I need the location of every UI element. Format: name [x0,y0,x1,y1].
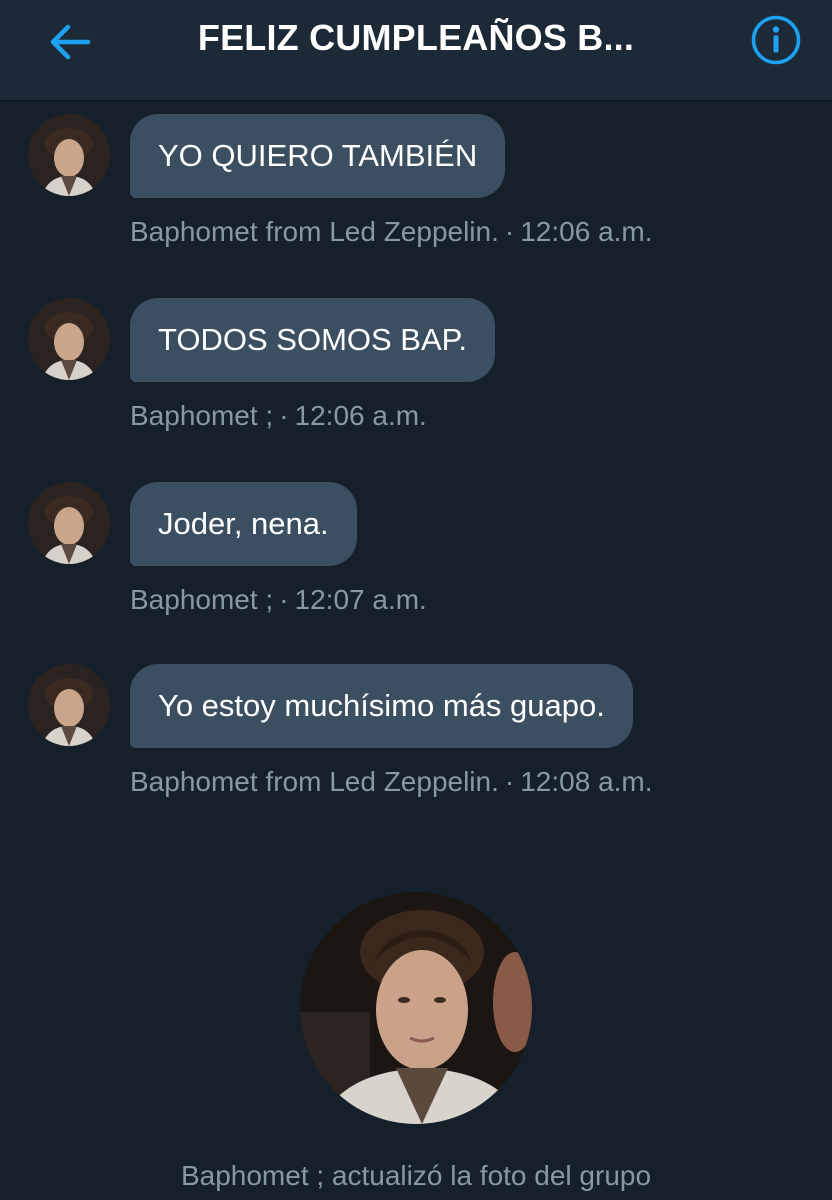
avatar-photo [28,664,110,746]
dm-conversation-screen: FELIZ CUMPLEAÑOS B... YO QUIERO TAMBIÉN … [0,0,832,1200]
message-meta: Baphomet ; · 12:07 a.m. [130,582,427,618]
back-button[interactable] [40,14,100,70]
message-sender: Baphomet from Led Zeppelin. [130,216,499,247]
group-photo[interactable] [300,892,532,1124]
info-circle-icon [751,15,801,65]
message-bubble[interactable]: Joder, nena. [130,482,357,566]
avatar[interactable] [28,664,110,746]
meta-separator: · [279,584,289,615]
avatar-photo [28,482,110,564]
message-bubble[interactable]: YO QUIERO TAMBIÉN [130,114,506,198]
avatar-photo [28,298,110,380]
avatar[interactable] [28,482,110,564]
message-bubble[interactable]: Yo estoy muchísimo más guapo. [130,664,633,748]
avatar[interactable] [28,114,110,196]
message-time: 12:08 a.m. [520,766,653,797]
message-time: 12:06 a.m. [520,216,653,247]
message-time: 12:07 a.m. [294,584,427,615]
conversation-info-button[interactable] [748,12,804,68]
message-sender: Baphomet from Led Zeppelin. [130,766,499,797]
group-photo-update-note: Baphomet ; actualizó la foto del grupo [180,1160,652,1191]
conversation-header: FELIZ CUMPLEAÑOS B... [0,0,832,101]
arrow-left-icon [50,24,91,60]
conversation-title: FELIZ CUMPLEAÑOS B... [197,17,635,58]
meta-separator: · [504,216,515,247]
group-photo-image [300,892,532,1124]
avatar-photo [28,114,110,196]
message-meta: Baphomet ; · 12:06 a.m. [130,398,427,434]
message-meta: Baphomet from Led Zeppelin. · 12:08 a.m. [130,764,653,800]
message-meta: Baphomet from Led Zeppelin. · 12:06 a.m. [130,214,653,250]
message-sender: Baphomet ; [130,400,274,431]
message-bubble[interactable]: TODOS SOMOS BAP. [130,298,495,382]
message-time: 12:06 a.m. [294,400,427,431]
message-sender: Baphomet ; [130,584,274,615]
meta-separator: · [504,766,515,797]
avatar[interactable] [28,298,110,380]
meta-separator: · [279,400,289,431]
